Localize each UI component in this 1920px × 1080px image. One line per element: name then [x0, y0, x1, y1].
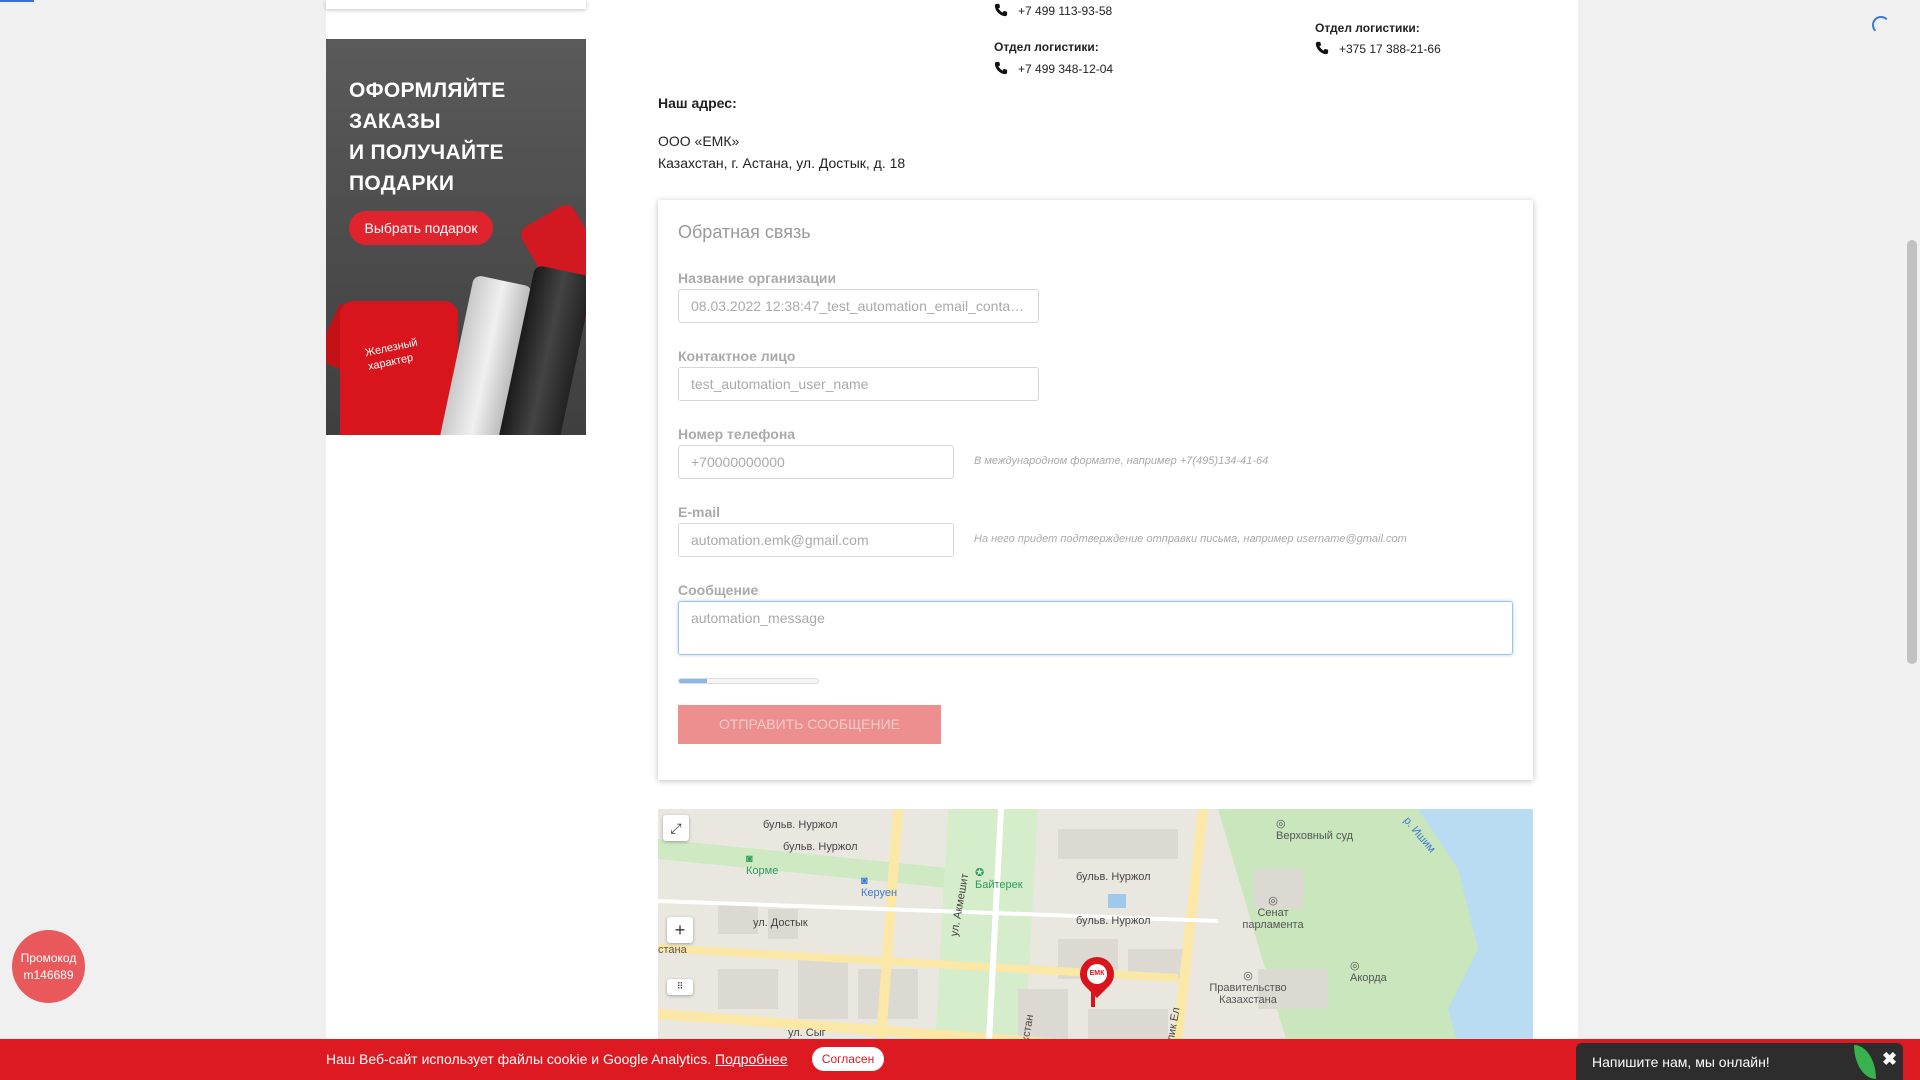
- zoom-in-button[interactable]: +: [667, 917, 693, 943]
- loading-spinner-icon: [1872, 16, 1890, 34]
- promo-code-label: Промокод: [20, 951, 77, 965]
- phone-input[interactable]: +70000000000: [678, 445, 954, 479]
- phone-number[interactable]: +7 499 113-93-58: [1018, 4, 1112, 18]
- promo-code-badge[interactable]: Промокод m146689: [12, 930, 85, 1003]
- phone-number[interactable]: +375 17 388-21-66: [1339, 42, 1441, 56]
- phone-icon: [1315, 41, 1329, 55]
- map-poi-senate: ◎ Сенат парламента: [1242, 895, 1304, 931]
- org-label: Название организации: [678, 270, 837, 286]
- map-poi-supreme-court: ◎ Верховный суд: [1276, 818, 1354, 842]
- promo-line-3: И ПОЛУЧАЙТЕ: [349, 141, 504, 164]
- map-pin-logo: ЕМК: [1087, 964, 1107, 984]
- address-title: Наш адрес:: [658, 95, 737, 111]
- phone-icon: [994, 3, 1008, 17]
- chat-text: Напишите нам, мы онлайн!: [1592, 1054, 1770, 1070]
- promo-line-2: ЗАКАЗЫ: [349, 110, 441, 133]
- sidebar-card: [326, 0, 586, 9]
- dept-label-logistics: Отдел логистики:: [994, 40, 1099, 54]
- dept-label-logistics-2: Отдел логистики:: [1315, 21, 1420, 35]
- phone-row-3: +375 17 388-21-66: [1315, 41, 1441, 56]
- upload-progress-bar: [678, 678, 819, 684]
- promo-line-4: ПОДАРКИ: [349, 172, 455, 195]
- map-street-nurzhol-1: бульв. Нуржол: [763, 819, 838, 831]
- map-label-astana: стана: [658, 944, 687, 956]
- cookie-accept-button[interactable]: Согласен: [812, 1047, 884, 1071]
- shirt-image: [340, 301, 458, 435]
- cookie-more-link[interactable]: Подробнее: [715, 1051, 788, 1067]
- phone-row-2: +7 499 348-12-04: [994, 61, 1113, 76]
- phone-label: Номер телефона: [678, 426, 796, 442]
- map-street-nurzhol-2: бульв. Нуржол: [783, 841, 858, 853]
- message-textarea[interactable]: automation_message: [678, 601, 1513, 655]
- leaf-icon: [1854, 1045, 1876, 1079]
- progress-fill: [679, 679, 707, 683]
- message-label: Сообщение: [678, 582, 759, 598]
- phone-number[interactable]: +7 499 348-12-04: [1018, 62, 1113, 76]
- map-street-nurzhol-4: бульв. Нуржол: [1076, 915, 1151, 927]
- send-message-button[interactable]: Отправить сообщение: [678, 705, 941, 744]
- map-pin-tail: [1091, 987, 1095, 1007]
- close-icon[interactable]: ✖: [1882, 1049, 1897, 1070]
- contact-label: Контактное лицо: [678, 348, 796, 364]
- address-line: Казахстан, г. Астана, ул. Достык, д. 18: [658, 155, 906, 171]
- map-poi-akorda: ◎ Акорда: [1350, 960, 1387, 984]
- map-street-nurzhol-3: бульв. Нуржол: [1076, 871, 1151, 883]
- email-input[interactable]: automation.emk@gmail.com: [678, 523, 954, 557]
- chat-widget[interactable]: Напишите нам, мы онлайн! ✖: [1576, 1043, 1903, 1080]
- phone-hint: В международном формате, например +7(495…: [974, 455, 1269, 467]
- page-content: ОФОРМЛЯЙТЕ ЗАКАЗЫ И ПОЛУЧАЙТЕ ПОДАРКИ Вы…: [326, 0, 1578, 1080]
- map-street-syganak: ул. Сыг: [788, 1027, 826, 1039]
- map-poi-korme: ◙ Корме: [746, 853, 779, 877]
- map-poi-baiterek: ✪ Байтерек: [975, 867, 1023, 891]
- fullscreen-icon[interactable]: ⤢: [663, 815, 689, 841]
- promo-code-value: m146689: [23, 968, 74, 982]
- map-poi-government: ◎ Правительство Казахстана: [1209, 970, 1287, 1006]
- contact-input[interactable]: test_automation_user_name: [678, 367, 1039, 401]
- email-label: E-mail: [678, 504, 721, 520]
- email-hint: На него придет подтверждение отправки пи…: [974, 533, 1407, 545]
- feedback-form: Обратная связь Название организации 08.0…: [658, 200, 1533, 780]
- map-street-dostyk: ул. Достык: [753, 917, 808, 929]
- form-title: Обратная связь: [678, 222, 811, 242]
- cookie-text: Наш Веб-сайт использует файлы cookie и G…: [326, 1051, 712, 1067]
- org-input[interactable]: 08.03.2022 12:38:47_test_automation_emai…: [678, 289, 1039, 323]
- choose-gift-button[interactable]: Выбрать подарок: [349, 211, 493, 245]
- address-company: ООО «ЕМК»: [658, 133, 740, 149]
- phone-row-1: +7 499 113-93-58: [994, 3, 1112, 18]
- map-poi-keruen: ◙ Керуен: [861, 875, 898, 899]
- zoom-slider-handle[interactable]: ⠿: [667, 979, 693, 995]
- corner-tab[interactable]: [0, 0, 34, 2]
- scrollbar-thumb[interactable]: [1907, 240, 1917, 664]
- promo-line-1: ОФОРМЛЯЙТЕ: [349, 79, 506, 102]
- phone-icon: [994, 61, 1008, 75]
- promo-banner[interactable]: ОФОРМЛЯЙТЕ ЗАКАЗЫ И ПОЛУЧАЙТЕ ПОДАРКИ Вы…: [326, 39, 586, 435]
